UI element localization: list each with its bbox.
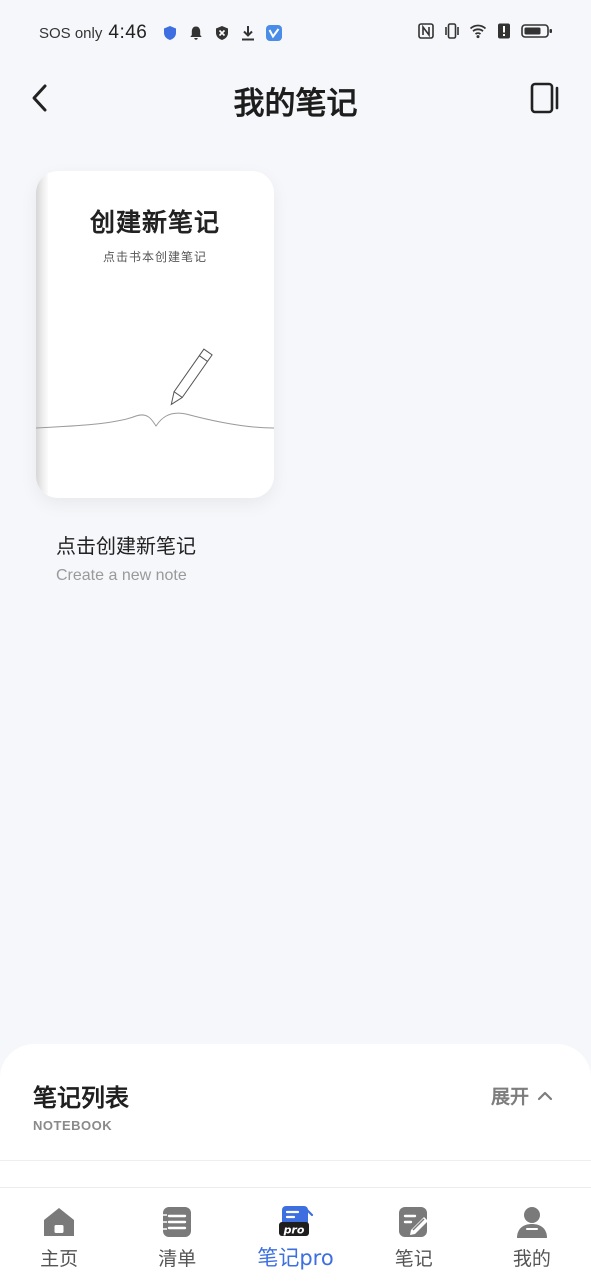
bottom-tab-bar: 主页 清单 pro 笔记pro 笔记 我的: [0, 1187, 591, 1281]
checklist-icon: [159, 1204, 195, 1240]
notes-pro-icon: pro: [278, 1204, 314, 1240]
blocked-icon: [216, 26, 229, 40]
download-icon: [242, 26, 255, 41]
profile-icon: [514, 1204, 550, 1240]
panel-divider: [0, 1160, 591, 1161]
tab-home[interactable]: 主页: [0, 1188, 118, 1281]
tab-label: 我的: [512, 1248, 551, 1270]
tab-label: 主页: [40, 1248, 79, 1270]
nfc-icon: [418, 23, 434, 39]
carrier-text: SOS only: [39, 24, 103, 42]
notebook-panel: 笔记列表 NOTEBOOK 展开: [0, 1044, 591, 1204]
cover-subtitle: 点击书本创建笔记: [102, 250, 207, 264]
tab-notes-pro[interactable]: pro 笔记pro: [236, 1188, 354, 1281]
create-note-card[interactable]: 创建新笔记 点击书本创建笔记: [36, 171, 274, 498]
edit-note-icon: [396, 1204, 432, 1240]
home-icon: [41, 1204, 77, 1240]
clock-time: 4:46: [108, 22, 148, 43]
svg-text:pro: pro: [282, 1224, 304, 1237]
expand-label: 展开: [490, 1086, 529, 1108]
bell-icon: [190, 26, 203, 40]
tab-checklist[interactable]: 清单: [118, 1188, 236, 1281]
chevron-up-icon: [537, 1091, 553, 1100]
tab-label: 笔记pro: [257, 1246, 334, 1270]
wifi-icon: [469, 24, 487, 39]
cover-title: 创建新笔记: [89, 208, 220, 237]
page-title: 我的笔记: [233, 86, 358, 122]
shield-icon: [164, 26, 177, 40]
tab-label: 清单: [158, 1248, 197, 1270]
battery-icon: [521, 24, 552, 38]
pencil-illustration-icon: [36, 348, 274, 429]
layout-toggle-icon: [530, 82, 559, 114]
app-header: 我的笔记: [0, 66, 591, 132]
notification-icons: [161, 24, 283, 42]
card-caption: 点击创建新笔记: [56, 534, 196, 558]
tab-notes[interactable]: 笔记: [355, 1188, 473, 1281]
status-bar: SOS only 4:46: [0, 0, 591, 66]
panel-subtitle: NOTEBOOK: [33, 1118, 113, 1133]
layout-toggle-button[interactable]: [527, 80, 563, 116]
status-left: SOS only 4:46: [39, 22, 283, 44]
app-badge-icon: [266, 25, 283, 41]
alert-icon: [498, 23, 510, 39]
tab-label: 笔记: [394, 1248, 433, 1270]
card-caption-en: Create a new note: [56, 567, 187, 584]
panel-title: 笔记列表: [33, 1084, 129, 1112]
vibrate-icon: [445, 23, 459, 39]
tab-profile[interactable]: 我的: [473, 1188, 591, 1281]
expand-button[interactable]: 展开: [491, 1082, 553, 1109]
status-right: [417, 22, 553, 40]
